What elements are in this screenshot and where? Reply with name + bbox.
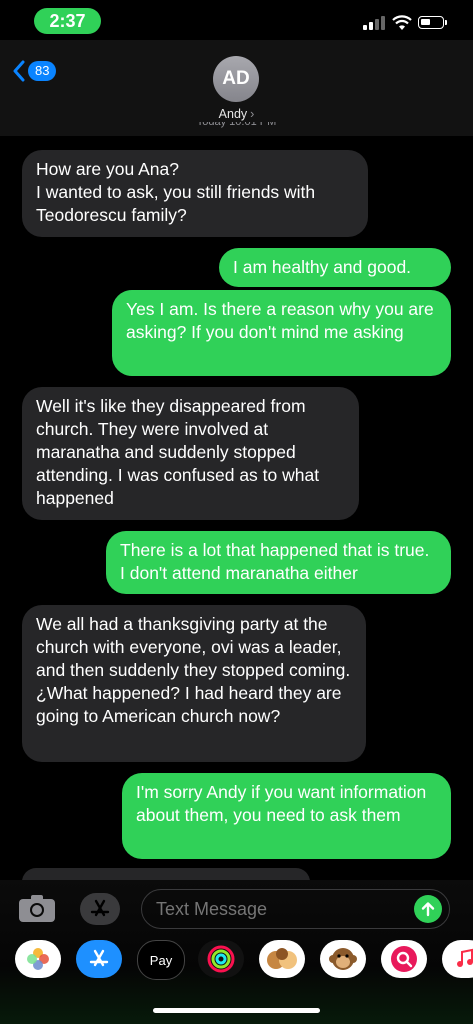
status-time: 2:37 <box>34 8 101 34</box>
message-text: Well it's like they disappeared from chu… <box>36 396 320 508</box>
message-bubble-incoming[interactable]: Well it's like they disappeared from chu… <box>22 387 359 520</box>
message-input[interactable] <box>141 889 450 929</box>
activity-icon[interactable] <box>198 940 244 978</box>
cellular-signal-icon <box>363 16 385 30</box>
camera-icon[interactable] <box>18 893 56 923</box>
apple-pay-label: Pay <box>149 952 173 968</box>
message-timestamp: Today 10:01 PM <box>196 122 277 128</box>
message-bubble-outgoing[interactable]: I'm sorry Andy if you want information a… <box>122 773 451 859</box>
memoji-icon[interactable] <box>259 940 305 978</box>
message-text: How are you Ana? I wanted to ask, you st… <box>36 159 316 225</box>
app-store-icon <box>90 899 110 917</box>
contact-name: Andy <box>218 107 248 121</box>
unread-count-badge: 83 <box>28 61 57 81</box>
message-text: We all had a thanksgiving party at the c… <box>36 614 351 726</box>
message-text: There is a lot that happened that is tru… <box>120 540 430 583</box>
message-text: Yes I am. Is there a reason why you are … <box>126 299 434 342</box>
app-drawer: Pay <box>0 940 473 980</box>
message-bubble-outgoing[interactable]: I am healthy and good. <box>219 248 451 287</box>
message-bubble-incoming[interactable]: How are you Ana? I wanted to ask, you st… <box>22 150 368 237</box>
message-bubble-outgoing[interactable]: There is a lot that happened that is tru… <box>106 531 451 594</box>
message-bubble-incoming[interactable]: We all had a thanksgiving party at the c… <box>22 605 366 762</box>
home-indicator[interactable] <box>153 1008 320 1013</box>
animoji-monkey-icon[interactable] <box>320 940 366 978</box>
music-icon[interactable] <box>442 940 473 978</box>
apple-pay-icon[interactable]: Pay <box>137 940 185 980</box>
app-store-button[interactable] <box>80 893 120 925</box>
send-button[interactable] <box>414 895 442 923</box>
back-button[interactable]: 83 <box>12 60 57 82</box>
message-bubble-outgoing[interactable]: Yes I am. Is there a reason why you are … <box>112 290 451 376</box>
chevron-right-icon: › <box>250 107 255 121</box>
contact-avatar[interactable]: AD <box>213 56 259 102</box>
app-store-icon[interactable] <box>76 940 122 978</box>
photos-app-icon[interactable] <box>15 940 61 978</box>
message-text: I'm sorry Andy if you want information a… <box>136 782 427 825</box>
contact-name-button[interactable]: Andy › <box>0 107 473 121</box>
arrow-up-icon <box>421 902 435 917</box>
battery-icon <box>418 16 447 29</box>
chevron-left-icon <box>13 60 25 82</box>
message-text: I am healthy and good. <box>233 257 412 277</box>
wifi-icon <box>392 15 412 30</box>
search-images-icon[interactable] <box>381 940 427 978</box>
